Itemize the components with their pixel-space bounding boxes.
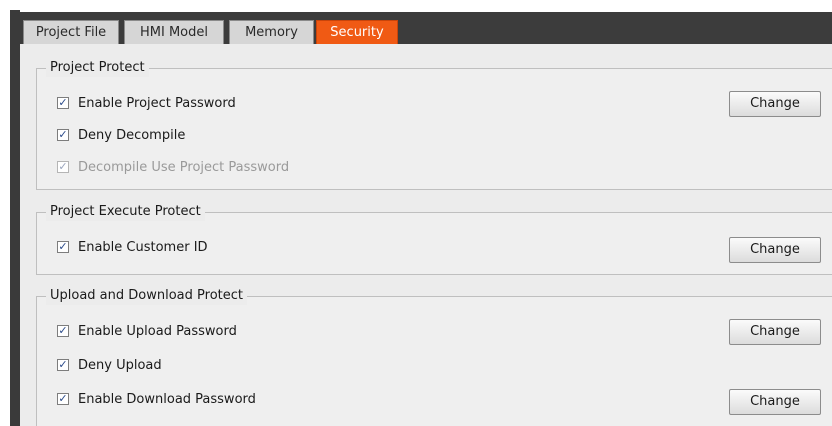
project-protect-title: Project Protect [46,59,149,77]
checkmark-icon: ✓ [57,240,69,253]
checkmark-icon: ✓ [57,392,69,405]
checkmark-icon: ✓ [57,358,69,371]
checkmark-icon: ✓ [57,160,69,173]
decompile-use-project-password-label: Decompile Use Project Password [78,159,290,175]
upload-password-change-button[interactable]: Change [729,319,821,345]
checkmark-icon: ✓ [57,128,69,141]
tab-hmi-model[interactable]: HMI Model [124,20,224,44]
enable-download-password-checkbox[interactable]: ✓ Enable Download Password [57,389,256,409]
tab-project-file[interactable]: Project File [23,20,119,44]
window-left-border [10,10,20,426]
project-execute-protect-group: Project Execute Protect ✓ Enable Custome… [36,203,832,275]
tab-security[interactable]: Security [316,20,398,44]
enable-upload-password-label: Enable Upload Password [78,323,237,339]
deny-decompile-label: Deny Decompile [78,127,186,143]
customer-id-change-button[interactable]: Change [729,237,821,263]
enable-download-password-label: Enable Download Password [78,391,256,407]
tab-bar: Project File HMI Model Memory Security [20,12,832,44]
download-password-change-button[interactable]: Change [729,389,821,415]
upload-download-protect-title: Upload and Download Protect [46,287,247,305]
deny-decompile-checkbox[interactable]: ✓ Deny Decompile [57,125,185,145]
window-top-strip [0,0,832,10]
project-protect-group: Project Protect ✓ Enable Project Passwor… [36,59,832,190]
enable-customer-id-checkbox[interactable]: ✓ Enable Customer ID [57,237,208,257]
deny-upload-checkbox[interactable]: ✓ Deny Upload [57,355,162,375]
security-panel: Project Protect ✓ Enable Project Passwor… [20,44,832,426]
checkmark-icon: ✓ [57,324,69,337]
enable-upload-password-checkbox[interactable]: ✓ Enable Upload Password [57,321,237,341]
deny-upload-label: Deny Upload [78,357,162,373]
enable-project-password-checkbox[interactable]: ✓ Enable Project Password [57,93,236,113]
project-password-change-button[interactable]: Change [729,91,821,117]
enable-project-password-label: Enable Project Password [78,95,236,111]
enable-customer-id-label: Enable Customer ID [78,239,208,255]
checkmark-icon: ✓ [57,96,69,109]
upload-download-protect-group: Upload and Download Protect ✓ Enable Upl… [36,287,832,426]
project-execute-protect-title: Project Execute Protect [46,203,205,221]
decompile-use-project-password-checkbox: ✓ Decompile Use Project Password [57,157,289,177]
tab-memory[interactable]: Memory [229,20,314,44]
